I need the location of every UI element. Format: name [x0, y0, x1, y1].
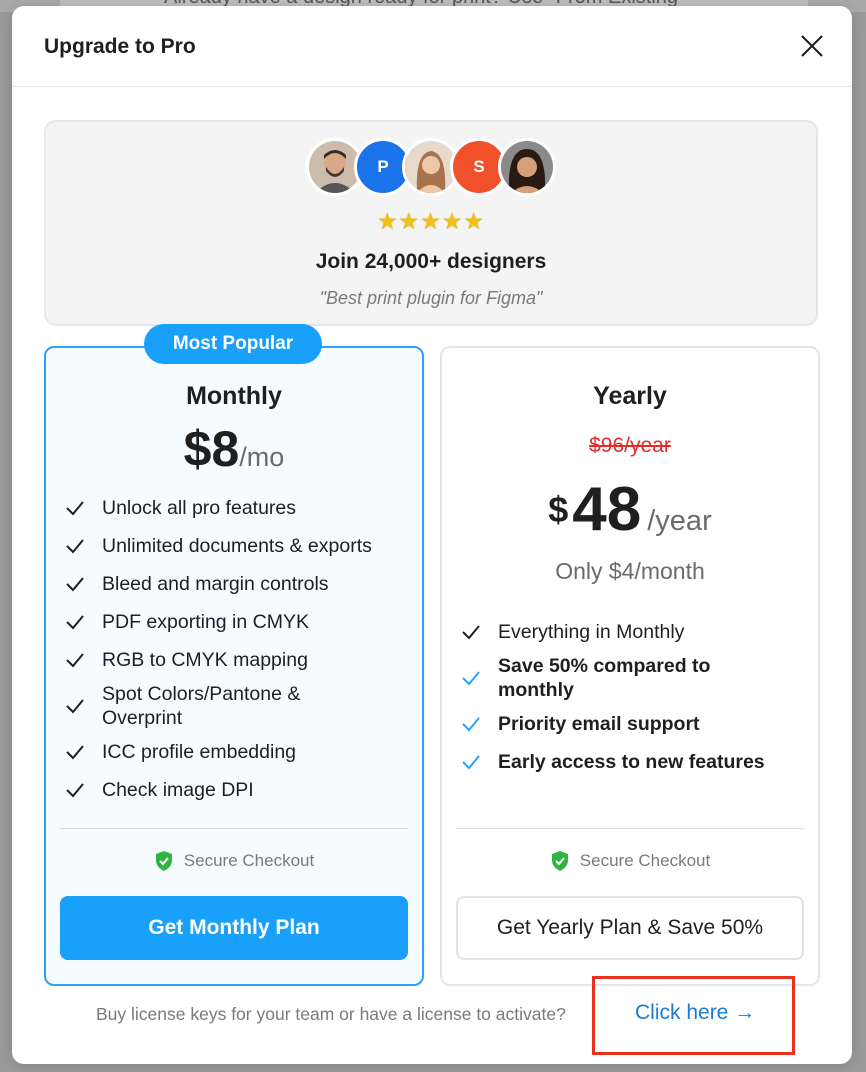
check-icon: [462, 671, 480, 686]
feature-text: Check image DPI: [102, 779, 254, 801]
feature-text: Unlock all pro features: [102, 497, 297, 519]
avatar-initial: S: [473, 157, 485, 176]
secure-checkout-label: Secure Checkout: [183, 851, 315, 870]
social-proof-card: P S ★★★★★ Join 24,000+ designers "Best p…: [44, 120, 818, 326]
feature-text: Spot Colors/Pantone & Overprint: [102, 683, 301, 729]
modal-title: Upgrade to Pro: [44, 35, 196, 58]
check-icon: [462, 625, 480, 640]
secure-checkout-label: Secure Checkout: [579, 851, 711, 870]
list-item: Spot Colors/Pantone & Overprint: [64, 682, 414, 730]
check-icon: [66, 699, 84, 714]
list-item: Unlock all pro features: [64, 496, 414, 520]
secure-checkout: Secure Checkout: [442, 850, 818, 872]
list-item: Bleed and margin controls: [64, 572, 414, 596]
avatar: [498, 138, 556, 196]
list-item: Priority email support: [460, 712, 810, 736]
check-icon: [462, 755, 480, 770]
list-item: Early access to new features: [460, 750, 810, 774]
check-icon: [66, 745, 84, 760]
check-icon: [66, 653, 84, 668]
check-icon: [66, 615, 84, 630]
price-unit: /mo: [239, 442, 285, 472]
rating-stars: ★★★★★: [376, 208, 486, 234]
shield-check-icon: [551, 851, 568, 871]
check-icon: [462, 717, 480, 732]
avatar-group: P S: [306, 138, 566, 198]
price-currency: $: [548, 489, 569, 530]
feature-text: Everything in Monthly: [498, 621, 685, 643]
check-icon: [66, 783, 84, 798]
list-item: Unlimited documents & exports: [64, 534, 414, 558]
divider: [60, 828, 408, 829]
yearly-plan-card: Yearly $96/year $48/year Only $4/month E…: [440, 346, 820, 986]
check-icon: [66, 539, 84, 554]
license-prompt: Buy license keys for your team or have a…: [96, 1004, 566, 1024]
feature-text: Early access to new features: [498, 751, 765, 773]
avatar-initial: P: [377, 157, 389, 176]
price-per-month: Only $4/month: [555, 558, 705, 584]
feature-text: ICC profile embedding: [102, 741, 297, 763]
social-proof-headline: Join 24,000+ designers: [315, 250, 547, 273]
list-item: Everything in Monthly: [460, 620, 810, 644]
price-amount: $8: [183, 421, 240, 477]
modal-header: Upgrade to Pro: [12, 6, 852, 87]
price-amount: 48: [572, 475, 642, 544]
close-button[interactable]: [798, 32, 826, 60]
plan-name: Yearly: [593, 382, 667, 410]
get-yearly-plan-button[interactable]: Get Yearly Plan & Save 50%: [456, 896, 804, 960]
most-popular-badge: Most Popular: [144, 324, 322, 364]
monthly-plan-card: Monthly $8/mo Unlock all pro features Un…: [44, 346, 424, 986]
close-icon: [801, 35, 823, 57]
list-item: PDF exporting in CMYK: [64, 610, 414, 634]
list-item: RGB to CMYK mapping: [64, 648, 414, 672]
price-unit: /year: [647, 505, 712, 537]
plan-name: Monthly: [186, 382, 282, 410]
feature-text: Unlimited documents & exports: [102, 535, 372, 557]
user-photo-icon: [501, 141, 553, 193]
original-price: $96/year: [589, 434, 671, 457]
feature-text: PDF exporting in CMYK: [102, 611, 309, 633]
feature-text: Bleed and margin controls: [102, 573, 329, 595]
upgrade-modal: Upgrade to Pro P S ★★★★★ Join 24,000+ de…: [12, 6, 852, 1064]
check-icon: [66, 501, 84, 516]
price: $48/year: [442, 474, 818, 545]
get-monthly-plan-button[interactable]: Get Monthly Plan: [60, 896, 408, 960]
list-item: ICC profile embedding: [64, 740, 414, 764]
feature-text: Save 50% compared to monthly: [498, 655, 711, 701]
list-item: Save 50% compared to monthly: [460, 654, 810, 702]
feature-text: Priority email support: [498, 713, 700, 735]
testimonial-quote: "Best print plugin for Figma": [319, 288, 543, 308]
feature-text: RGB to CMYK mapping: [102, 649, 308, 671]
annotation-highlight-box: [592, 976, 795, 1055]
price: $8/mo: [46, 420, 422, 478]
shield-check-icon: [155, 851, 172, 871]
secure-checkout: Secure Checkout: [46, 850, 422, 872]
list-item: Check image DPI: [64, 778, 414, 802]
check-icon: [66, 577, 84, 592]
divider: [456, 828, 804, 829]
